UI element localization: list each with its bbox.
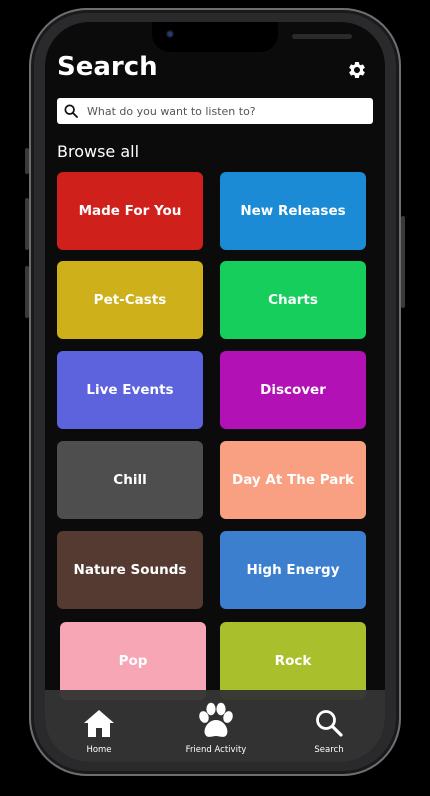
tab-friend-activity[interactable]: Friend Activity [176, 690, 256, 762]
home-icon [84, 710, 114, 737]
page-title: Search [57, 52, 158, 82]
category-label: Charts [268, 292, 318, 308]
power-button [401, 216, 405, 308]
paw-icon [199, 702, 233, 737]
category-tile-charts[interactable]: Charts [220, 261, 366, 339]
category-label: High Energy [246, 562, 340, 578]
category-label: Day At The Park [232, 472, 354, 488]
category-label: New Releases [240, 203, 346, 219]
tab-label: Friend Activity [185, 745, 247, 755]
category-tile-live-events[interactable]: Live Events [57, 351, 203, 429]
category-label: Rock [274, 653, 312, 669]
tab-label: Search [314, 745, 344, 755]
category-tile-made-for-you[interactable]: Made For You [57, 172, 203, 250]
category-label: Nature Sounds [73, 562, 187, 578]
category-tile-high-energy[interactable]: High Energy [220, 531, 366, 609]
browse-all-heading: Browse all [57, 142, 140, 161]
search-input[interactable] [85, 103, 359, 119]
category-label: Chill [113, 472, 147, 488]
category-label: Discover [260, 382, 326, 398]
category-tile-pop[interactable]: Pop [60, 622, 206, 700]
category-tile-day-at-the-park[interactable]: Day At The Park [220, 441, 366, 519]
search-bar[interactable] [57, 98, 373, 124]
category-tile-rock[interactable]: Rock [220, 622, 366, 700]
category-tile-pet-casts[interactable]: Pet-Casts [57, 261, 203, 339]
gear-icon[interactable] [347, 60, 367, 80]
category-tile-nature-sounds[interactable]: Nature Sounds [57, 531, 203, 609]
category-tile-new-releases[interactable]: New Releases [220, 172, 366, 250]
tab-search[interactable]: Search [307, 690, 351, 762]
search-icon [316, 710, 343, 737]
category-tile-discover[interactable]: Discover [220, 351, 366, 429]
app-screen: Search Browse all Made For You New Relea… [45, 22, 385, 762]
notch [152, 22, 352, 52]
category-label: Pop [118, 653, 148, 669]
earpiece-speaker [292, 34, 352, 39]
category-tile-chill[interactable]: Chill [57, 441, 203, 519]
category-label: Live Events [86, 382, 174, 398]
bottom-tab-bar: Home Friend Activity Search [45, 690, 385, 762]
search-icon [64, 104, 78, 118]
front-camera [166, 30, 174, 38]
tab-home[interactable]: Home [75, 690, 123, 762]
tab-label: Home [86, 745, 112, 755]
category-label: Pet-Casts [93, 292, 167, 308]
category-label: Made For You [78, 203, 182, 219]
